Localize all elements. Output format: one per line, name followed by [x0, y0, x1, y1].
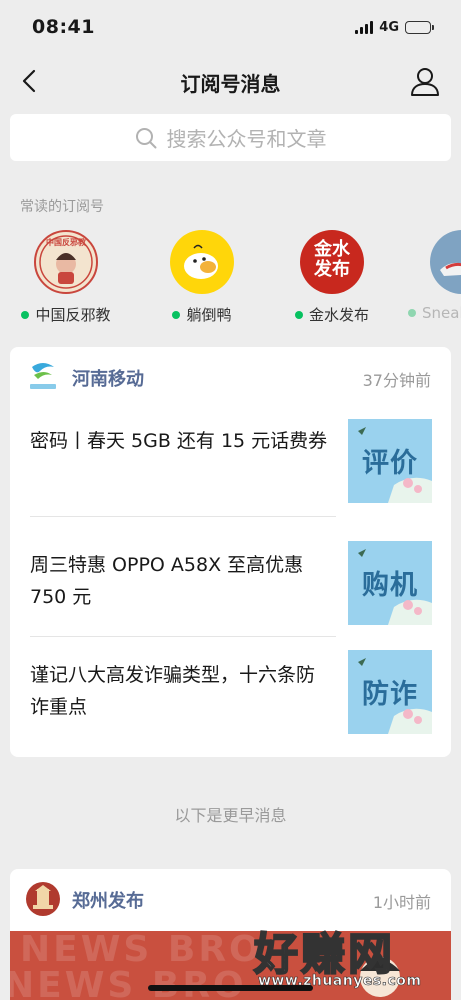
thumbnail-text: 购机 [362, 570, 418, 601]
subscription-item[interactable]: Sneal [400, 230, 461, 322]
zhengzhou-logo [26, 882, 60, 916]
frequent-label: 常读的订阅号 [20, 199, 104, 215]
online-dot [294, 310, 303, 319]
online-dot [172, 310, 181, 319]
avatar [170, 230, 234, 294]
subscription-item[interactable]: 躺倒鸭 [142, 230, 262, 325]
avatar-text: 金水发布 [314, 239, 350, 280]
earlier-messages-label: 以下是更早消息 [174, 806, 287, 825]
status-icons: 4G [355, 19, 434, 35]
article-thumbnail: 评价 [348, 419, 432, 503]
nav-bar: 订阅号消息 [0, 58, 461, 104]
online-dot [21, 310, 30, 319]
person-icon [411, 68, 439, 96]
signal-icon [355, 20, 374, 34]
avatar: 金水发布 [300, 230, 364, 294]
network-type: 4G [379, 19, 399, 35]
article-item[interactable]: 周三特惠 OPPO A58X 至高优惠 750 元 购机 [30, 517, 442, 637]
thumbnail-text: 防诈 [362, 679, 418, 710]
status-time: 08:41 [32, 16, 95, 38]
avatar [430, 230, 461, 294]
article-thumbnail: 购机 [348, 541, 432, 625]
frequent-subscriptions: 中国反邪教 中国反邪教 躺倒鸭 金水发布 金水发布 Sneal [0, 230, 461, 330]
subscription-name: 中国反邪教 [35, 306, 111, 324]
article-item[interactable]: 谨记八大高发诈骗类型，十六条防诈重点 防诈 [30, 637, 442, 757]
subscription-name: Sneal [422, 304, 461, 322]
subscription-name: 躺倒鸭 [186, 306, 232, 324]
card-source-name: 郑州发布 [72, 891, 144, 912]
avatar-text: 中国反邪教 [46, 238, 86, 247]
article-thumbnail: 防诈 [348, 650, 432, 734]
card-header[interactable]: 河南移动 37分钟前 [10, 347, 451, 407]
search-placeholder: 搜索公众号和文章 [166, 127, 327, 151]
subscription-name: 金水发布 [308, 306, 369, 324]
article-item[interactable]: 密码丨春天 5GB 还有 15 元话费券 评价 [30, 407, 442, 517]
thumbnail-text: 评价 [362, 448, 418, 479]
article-title: 周三特惠 OPPO A58X 至高优惠 750 元 [30, 554, 304, 608]
search-input[interactable]: 搜索公众号和文章 [10, 114, 451, 161]
card-source-name: 河南移动 [72, 369, 144, 390]
card-timestamp: 1小时前 [372, 893, 431, 912]
card-timestamp: 37分钟前 [362, 371, 431, 390]
search-icon [135, 127, 156, 148]
article-title: 谨记八大高发诈骗类型，十六条防诈重点 [30, 664, 316, 718]
status-bar: 08:41 4G [0, 0, 461, 58]
page-title: 订阅号消息 [180, 72, 281, 96]
article-title: 密码丨春天 5GB 还有 15 元话费券 [30, 430, 328, 452]
subscription-item[interactable]: 金水发布 金水发布 [272, 230, 392, 325]
avatar: 中国反邪教 [34, 230, 98, 294]
message-card: 河南移动 37分钟前 密码丨春天 5GB 还有 15 元话费券 评价 周三特惠 … [10, 347, 451, 757]
subscription-item[interactable]: 中国反邪教 中国反邪教 [6, 230, 126, 325]
online-dot [408, 309, 416, 317]
home-indicator[interactable] [148, 985, 313, 991]
profile-button[interactable] [409, 65, 441, 97]
china-mobile-logo [26, 361, 60, 393]
battery-icon [405, 20, 434, 34]
